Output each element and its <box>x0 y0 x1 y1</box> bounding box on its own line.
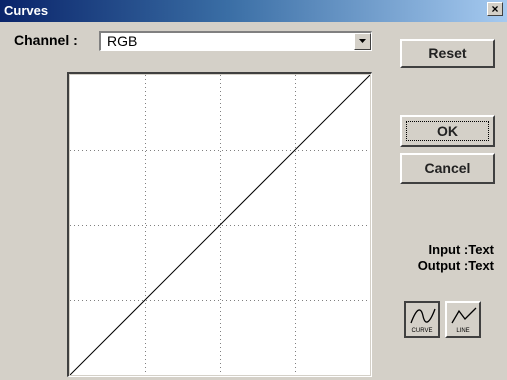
readout-panel: Input :Text Output :Text <box>418 242 494 274</box>
line-mode-icon <box>451 307 477 324</box>
curve-mode-button[interactable]: CURVE <box>404 301 440 338</box>
focus-rect <box>406 121 489 141</box>
output-label: Output : <box>417 258 469 273</box>
channel-selected-value: RGB <box>107 33 138 49</box>
reset-button[interactable]: Reset <box>400 39 495 68</box>
curve-mode-icon <box>410 308 436 324</box>
curves-dialog: Curves × Channel : RGB Reset OK Cancel I… <box>0 0 507 380</box>
line-mode-label: LINE <box>456 328 470 334</box>
chevron-down-icon <box>359 39 366 43</box>
dropdown-arrow-button[interactable] <box>354 33 371 50</box>
window-title: Curves <box>4 3 49 18</box>
input-readout: Input :Text <box>418 242 494 258</box>
input-label: Input : <box>428 242 469 257</box>
curve-graph[interactable] <box>70 75 370 375</box>
ok-button[interactable]: OK <box>400 115 495 147</box>
channel-label: Channel : <box>14 32 78 48</box>
output-readout: Output :Text <box>418 258 494 274</box>
cancel-button[interactable]: Cancel <box>400 153 495 184</box>
curve-mode-label: CURVE <box>411 328 433 334</box>
close-button[interactable]: × <box>487 2 503 16</box>
output-value: Text <box>468 258 494 273</box>
channel-select[interactable]: RGB <box>99 31 372 51</box>
line-mode-button[interactable]: LINE <box>445 301 481 338</box>
input-value: Text <box>468 242 494 257</box>
title-bar[interactable]: Curves × <box>0 0 507 22</box>
